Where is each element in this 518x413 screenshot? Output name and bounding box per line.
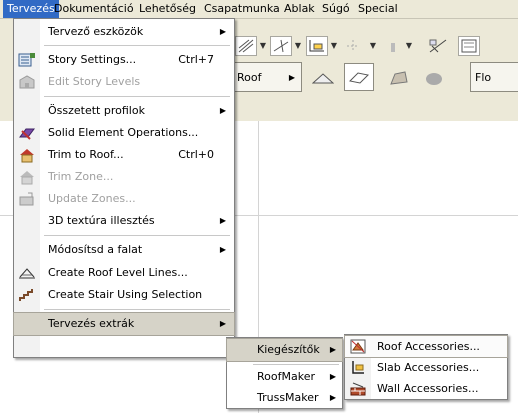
menu-item-tervezes-extrak[interactable]: Tervezés extrák ▶ <box>13 312 235 336</box>
menu-separator <box>44 309 230 310</box>
chevron-down-icon[interactable]: ▼ <box>368 36 378 56</box>
menubar: Tervezés Dokumentáció Lehetőség Csapatmu… <box>0 0 518 19</box>
menu-item-create-stair[interactable]: Create Stair Using Selection <box>14 284 234 306</box>
submenu-item-wall-accessories[interactable]: Wall Accessories... <box>345 378 507 399</box>
marker-tool-icon[interactable] <box>382 36 404 56</box>
menu-item-update-zones[interactable]: Update Zones... <box>14 188 234 210</box>
trim-roof-icon <box>18 147 36 163</box>
chevron-down-icon[interactable]: ▼ <box>258 36 268 56</box>
roof-accessories-icon <box>350 339 366 354</box>
menu-item-trim-to-roof[interactable]: Trim to Roof... Ctrl+0 <box>14 144 234 166</box>
figure-tool-icon[interactable] <box>426 36 450 56</box>
story-levels-icon <box>18 74 36 90</box>
submenu-arrow-icon: ▶ <box>219 245 226 254</box>
menu-csapatmunka[interactable]: Csapatmunka <box>200 0 284 18</box>
wall-accessories-icon <box>350 381 366 396</box>
line-tool-icon[interactable] <box>270 36 292 56</box>
menu-item-trim-zone[interactable]: Trim Zone... <box>14 166 234 188</box>
caret-right-icon: ▶ <box>288 72 295 82</box>
submenu-arrow-icon: ▶ <box>329 393 336 402</box>
dimension-tool-icon[interactable] <box>306 36 328 56</box>
floor-tool-label: Flo <box>475 70 492 84</box>
submenu-arrow-icon: ▶ <box>219 27 226 36</box>
submenu-arrow-icon: ▶ <box>219 216 226 225</box>
menu-item-tervezo-eszkozok[interactable]: Tervező eszközök ▶ <box>14 21 234 43</box>
chevron-down-icon[interactable]: ▼ <box>329 36 339 56</box>
story-settings-icon <box>18 52 36 68</box>
trim-zone-icon <box>18 169 36 185</box>
roof-tool-label: Roof <box>237 70 262 84</box>
elevation-tool-icon[interactable] <box>458 36 480 56</box>
slab-accessories-icon <box>350 360 366 375</box>
submenu-arrow-icon: ▶ <box>329 345 336 354</box>
roof-tool-button[interactable]: Roof ▶ <box>232 62 302 92</box>
floor-tool-button[interactable]: Flo <box>470 62 518 92</box>
solid-ops-icon <box>18 125 36 141</box>
roof-lines-icon <box>18 265 36 281</box>
menu-separator <box>44 235 230 236</box>
menu-separator <box>253 364 339 365</box>
menu-ablak[interactable]: Ablak <box>280 0 319 18</box>
menu-special[interactable]: Special <box>354 0 402 18</box>
menu-item-modositsd-a-falat[interactable]: Módosítsd a falat ▶ <box>14 239 234 261</box>
shell-icon[interactable] <box>420 66 448 90</box>
tervezes-menu: Tervező eszközök ▶ Story Settings... Ctr… <box>13 18 235 358</box>
menu-separator <box>44 96 230 97</box>
chevron-down-icon[interactable]: ▼ <box>404 36 414 56</box>
toolbar-fragment <box>0 40 6 60</box>
menu-item-create-roof-level-lines[interactable]: Create Roof Level Lines... <box>14 262 234 284</box>
menu-item-3d-textura-illesztes[interactable]: 3D textúra illesztés ▶ <box>14 210 234 232</box>
hatch-tool-icon[interactable] <box>235 36 257 56</box>
menu-item-story-settings[interactable]: Story Settings... Ctrl+7 <box>14 49 234 71</box>
grid-tool-icon[interactable] <box>342 36 364 56</box>
submenu-item-trussmaker[interactable]: TrussMaker ▶ <box>227 387 342 409</box>
stair-icon <box>18 287 36 303</box>
submenu-arrow-icon: ▶ <box>219 106 226 115</box>
tervezes-extrak-submenu: Kiegészítők ▶ RoofMaker ▶ TrussMaker ▶ <box>226 337 343 409</box>
menu-lehetoseg[interactable]: Lehetőség <box>135 0 200 18</box>
submenu-item-roofmaker[interactable]: RoofMaker ▶ <box>227 366 342 388</box>
update-zones-icon <box>18 191 36 207</box>
submenu-arrow-icon: ▶ <box>219 319 226 328</box>
kiegeszitok-submenu: Roof Accessories... Slab Accessories... … <box>344 334 508 400</box>
submenu-item-slab-accessories[interactable]: Slab Accessories... <box>345 357 507 378</box>
slab-shape-icon[interactable] <box>344 63 374 91</box>
roof-shape-icon[interactable] <box>308 66 338 90</box>
submenu-item-roof-accessories[interactable]: Roof Accessories... <box>344 335 508 358</box>
menu-dokumentacio[interactable]: Dokumentáció <box>50 0 138 18</box>
menu-separator <box>44 45 230 46</box>
menu-item-solid-element-operations[interactable]: Solid Element Operations... <box>14 122 234 144</box>
menu-item-edit-story-levels[interactable]: Edit Story Levels <box>14 71 234 93</box>
menu-item-osszetett-profilok[interactable]: Összetett profilok ▶ <box>14 100 234 122</box>
submenu-arrow-icon: ▶ <box>329 372 336 381</box>
submenu-item-kiegeszitok[interactable]: Kiegészítők ▶ <box>226 338 343 362</box>
wall-mesh-icon[interactable] <box>385 66 413 90</box>
menu-sugo[interactable]: Súgó <box>318 0 354 18</box>
chevron-down-icon[interactable]: ▼ <box>293 36 303 56</box>
